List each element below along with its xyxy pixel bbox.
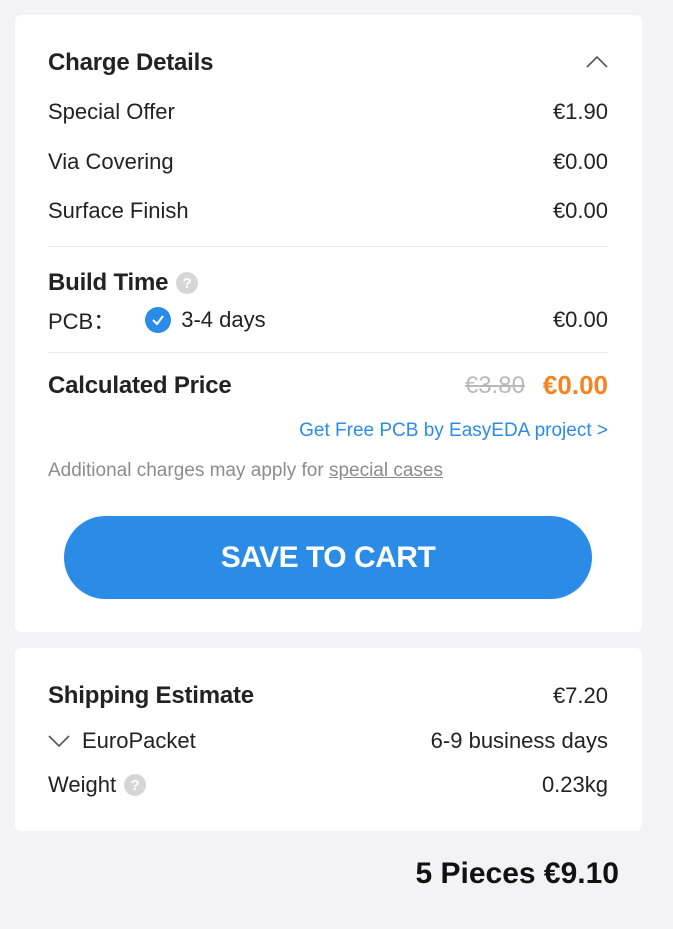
note-text: Additional charges may apply for [48,460,329,481]
charge-label: Via Covering [48,149,174,174]
charge-value: €1.90 [552,99,608,124]
shipping-header: Shipping Estimate €7.20 [48,682,608,710]
question-icon[interactable]: ? [124,774,147,796]
charge-label: Surface Finish [48,198,189,223]
calculated-price-label: Calculated Price [48,371,232,399]
check-icon[interactable] [145,307,172,333]
new-price: €0.00 [542,370,608,400]
save-to-cart-button[interactable]: SAVE TO CART [64,516,592,599]
shipping-method-row[interactable]: EuroPacket 6-9 business days [48,728,608,754]
build-time-header: Build Time ? [48,269,608,297]
divider [48,352,608,353]
old-price: €3.80 [464,371,525,399]
shipping-method[interactable]: EuroPacket [82,728,196,754]
pcb-label: PCB： [48,309,116,334]
special-cases-link[interactable]: special cases [329,460,443,481]
weight-row: Weight ? 0.23kg [48,772,608,798]
build-time-value: €0.00 [552,307,608,332]
shipping-method-time: 6-9 business days [430,728,608,753]
order-total: 5 Pieces €9.10 [415,857,619,890]
divider [48,246,608,247]
shipping-title: Shipping Estimate [48,682,254,709]
charge-row-via-covering: Via Covering €0.00 [48,149,608,175]
build-time-option[interactable]: 3-4 days [181,307,265,333]
weight-label: Weight [48,772,117,797]
additional-charges-note: Additional charges may apply for special… [48,460,443,482]
free-pcb-link[interactable]: Get Free PCB by EasyEDA project > [299,420,608,442]
charge-value: €0.00 [552,149,608,174]
build-time-pcb-row: PCB： 3-4 days €0.00 [48,304,608,336]
charge-details-card: Charge Details Special Offer €1.90 Via C… [15,15,642,632]
chevron-down-icon[interactable] [48,728,70,754]
charge-value: €0.00 [552,198,608,223]
charge-row-surface-finish: Surface Finish €0.00 [48,198,608,224]
question-icon[interactable]: ? [176,272,199,294]
charge-details-title: Charge Details [48,49,214,76]
shipping-estimate-card: Shipping Estimate €7.20 EuroPacket 6-9 b… [15,648,642,831]
build-time-title: Build Time [48,269,169,296]
chevron-up-icon[interactable] [586,52,608,74]
calculated-price-row: Calculated Price €3.80 €0.00 [48,370,608,401]
weight-value: 0.23kg [541,772,608,797]
charge-row-special-offer: Special Offer €1.90 [48,99,608,125]
charge-details-header[interactable]: Charge Details [48,49,608,77]
charge-label: Special Offer [48,99,175,124]
shipping-cost: €7.20 [552,683,608,708]
